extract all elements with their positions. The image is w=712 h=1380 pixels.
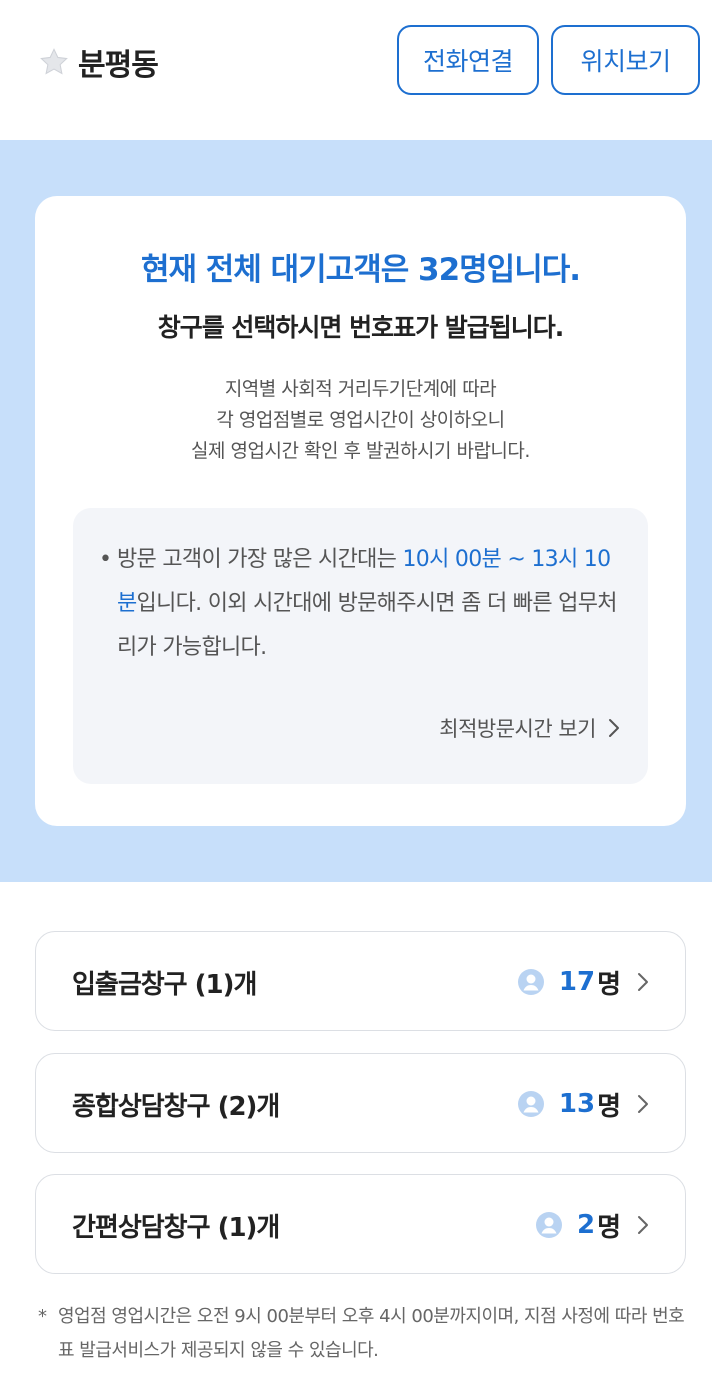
window-label: 입출금창구 (1)개 [72,969,257,1000]
best-visit-time-link[interactable]: 최적방문시간 보기 [439,708,620,748]
branch-name: 분평동 [78,48,159,83]
person-icon [535,1212,562,1238]
tip-suffix: 입니다. 이외 시간대에 방문해주시면 좀 더 빠른 업무처리가 가능합니다. [117,591,617,660]
waiting-count: 13 명 [517,1054,649,1154]
waiting-count: 17 명 [517,932,649,1032]
chevron-right-icon [638,1216,648,1234]
favorite-star-icon[interactable] [38,46,70,78]
branch-header: 분평동 전화연결 위치보기 [0,0,712,140]
asterisk-mark: * [38,1306,47,1327]
notice-line: 지역별 사회적 거리두기단계에 따라 [224,378,497,400]
waiting-count-unit: 명 [597,969,621,1000]
person-icon [517,969,544,995]
waiting-count-number: 17 [558,967,596,997]
notice-line: 각 영업점별로 영업시간이 상이하오니 [216,409,505,431]
business-hours-notice: 지역별 사회적 거리두기단계에 따라 각 영업점별로 영업시간이 상이하오니 실… [35,374,686,467]
call-button[interactable]: 전화연결 [397,25,539,95]
person-icon [517,1091,544,1117]
chevron-right-icon [609,719,619,737]
waiting-count-number: 13 [558,1089,596,1119]
tip-prefix: 방문 고객이 가장 많은 시간대는 [117,547,403,572]
waiting-count-unit: 명 [597,1091,621,1122]
view-location-button[interactable]: 위치보기 [551,25,700,95]
chevron-right-icon [638,973,648,991]
branch-title: 분평동 [38,40,159,84]
waiting-info-section: 현재 전체 대기고객은 32명입니다. 창구를 선택하시면 번호표가 발급됩니다… [0,140,712,882]
window-label: 간편상담창구 (1)개 [72,1212,280,1243]
waiting-count: 2 명 [535,1175,649,1275]
busy-hours-tip-text: 방문 고객이 가장 많은 시간대는 10시 00분 ~ 13시 10분입니다. … [117,538,627,670]
business-hours-footnote: * 영업점 영업시간은 오전 9시 00분부터 오후 4시 00분까지이며, 지… [38,1300,688,1368]
best-visit-time-label: 최적방문시간 보기 [439,717,596,741]
window-label: 종합상담창구 (2)개 [72,1091,280,1122]
notice-line: 실제 영업시간 확인 후 발권하시기 바랍니다. [191,440,530,462]
bullet: • [99,547,112,572]
total-waiting-headline: 현재 전체 대기고객은 32명입니다. [140,252,581,288]
window-item-deposit-withdrawal[interactable]: 입출금창구 (1)개 17 명 [35,931,686,1031]
waiting-count-number: 2 [576,1210,596,1240]
footnote-text: 영업점 영업시간은 오전 9시 00분부터 오후 4시 00분까지이며, 지점 … [58,1306,685,1361]
chevron-right-icon [638,1095,648,1113]
window-item-general-consulting[interactable]: 종합상담창구 (2)개 13 명 [35,1053,686,1153]
ticket-guide-text: 창구를 선택하시면 번호표가 발급됩니다. [157,313,565,342]
window-item-simple-consulting[interactable]: 간편상담창구 (1)개 2 명 [35,1174,686,1274]
busy-hours-tip-box: • 방문 고객이 가장 많은 시간대는 10시 00분 ~ 13시 10분입니다… [73,508,648,784]
waiting-info-card: 현재 전체 대기고객은 32명입니다. 창구를 선택하시면 번호표가 발급됩니다… [35,196,686,826]
waiting-count-unit: 명 [597,1212,621,1243]
